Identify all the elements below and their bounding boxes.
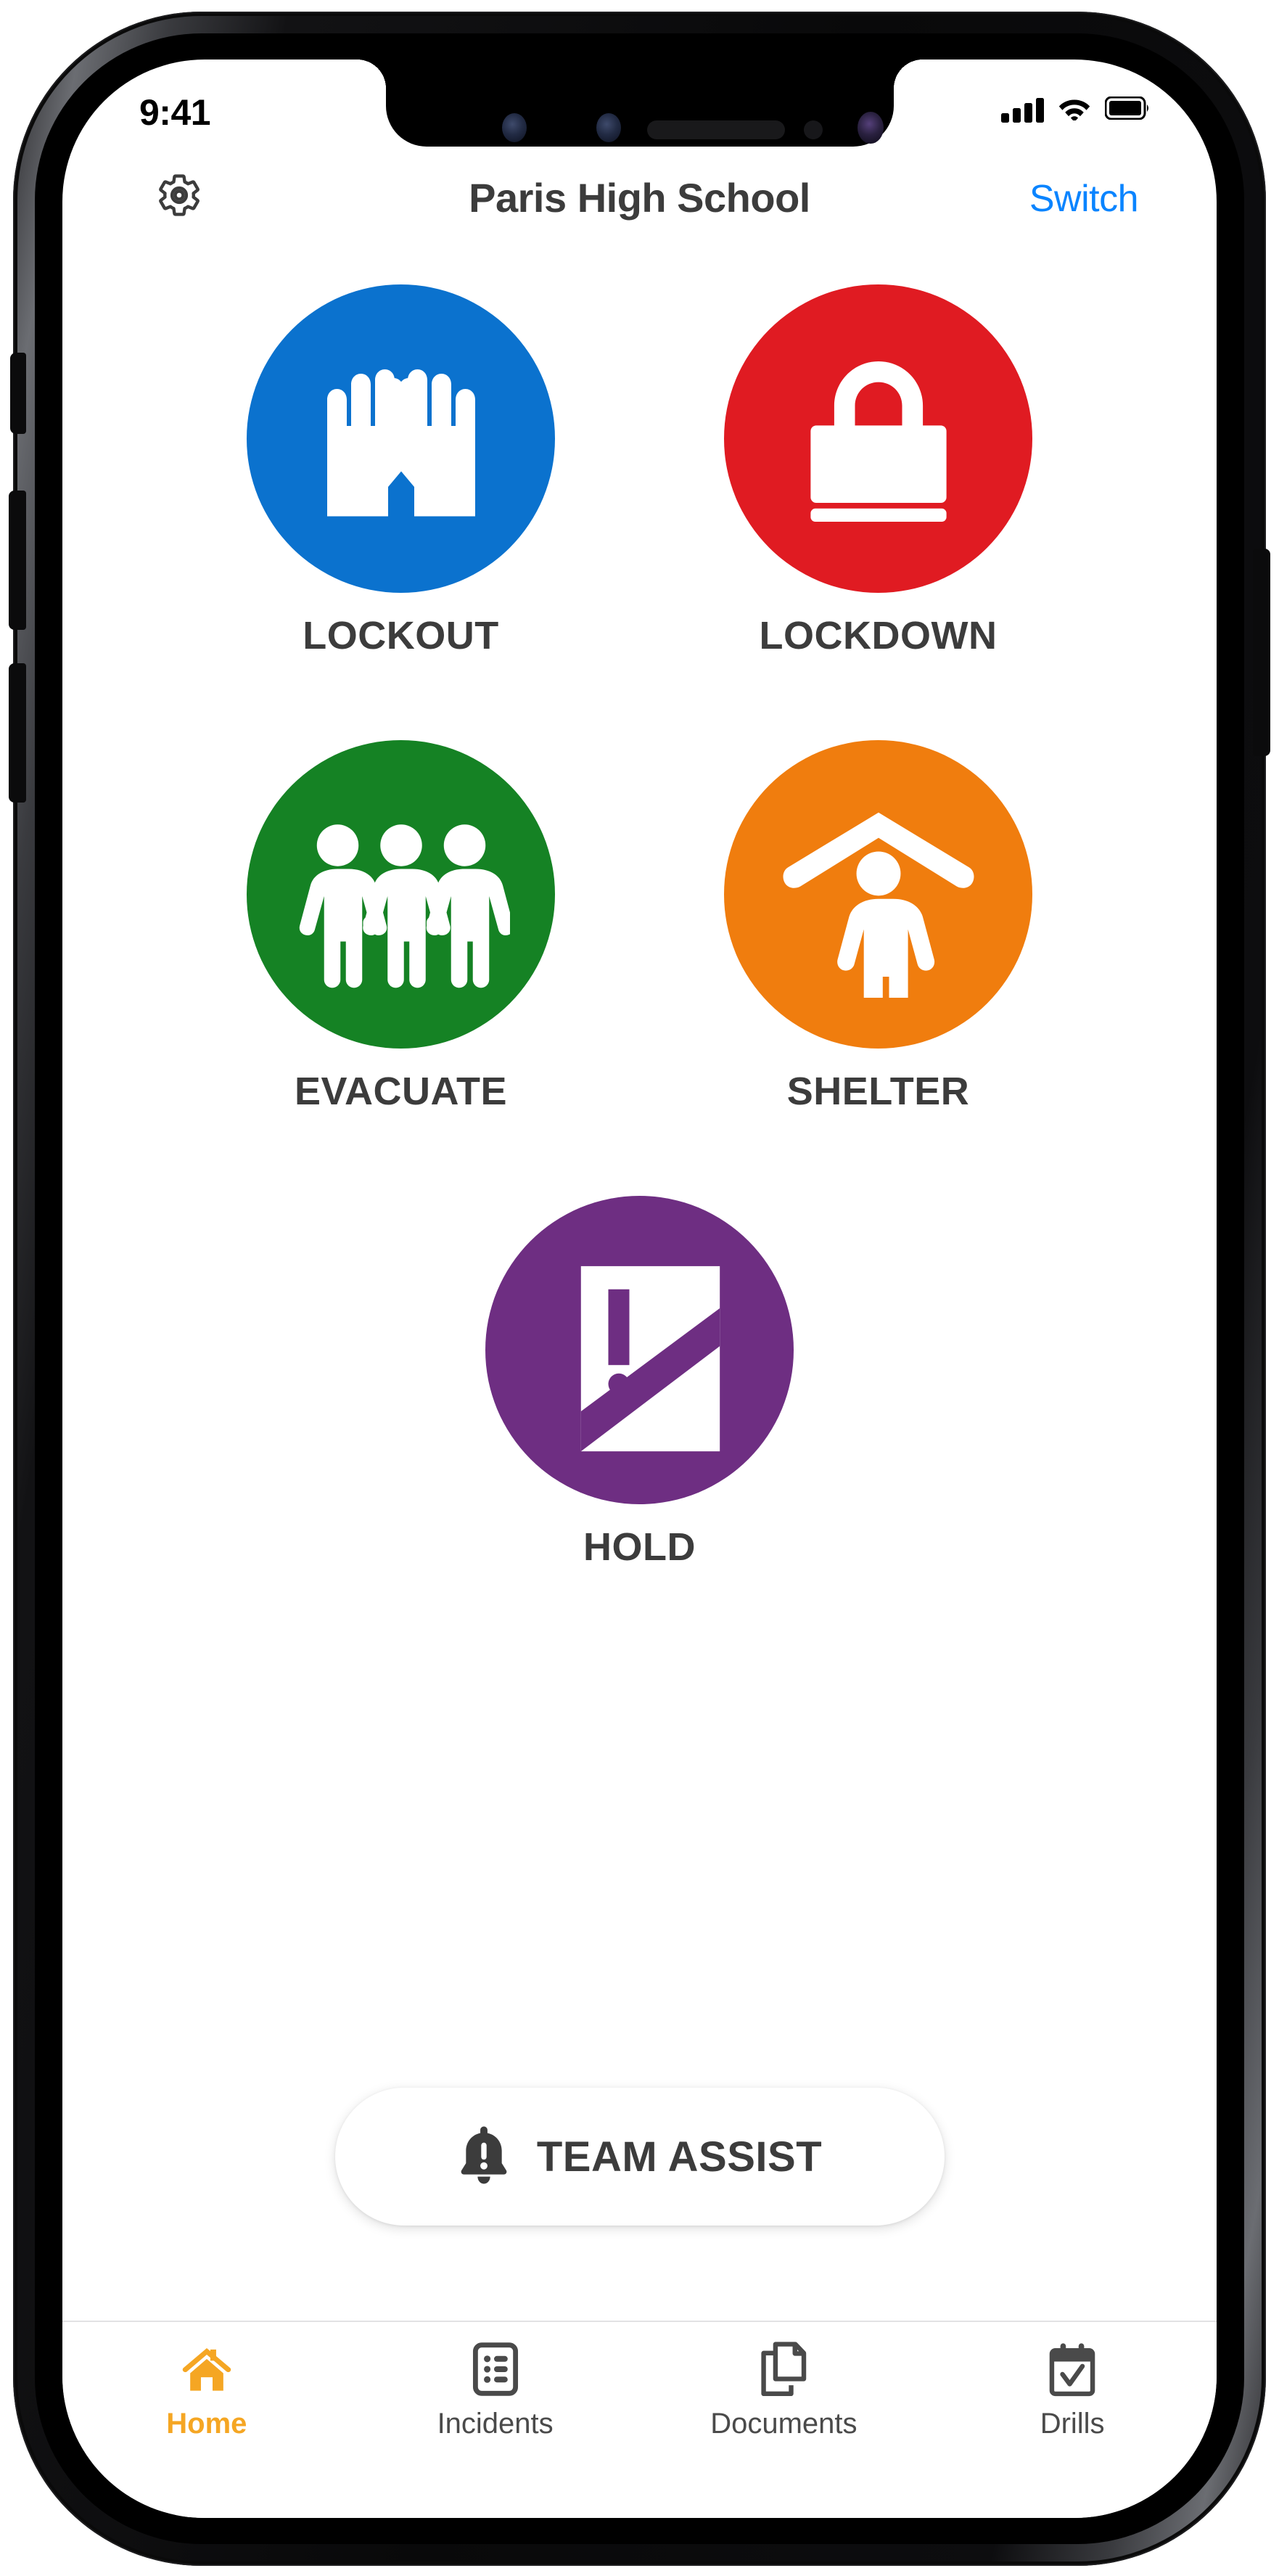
lockout-icon-circle <box>247 284 555 593</box>
grid-spacer <box>62 658 1217 740</box>
wifi-icon <box>1058 96 1090 124</box>
phone-frame: 9:41 Paris High School Switch LOCKOUT LO… <box>9 12 1270 2566</box>
emergency-action-grid: LOCKOUT LOCKDOWN EVACUATE SHELTER HOLD <box>62 284 1217 1570</box>
tab-documents[interactable]: Documents <box>640 2341 929 2440</box>
three-people-holding-hands-icon <box>292 784 514 1005</box>
action-label: SHELTER <box>786 1070 970 1113</box>
tab-home[interactable]: Home <box>62 2341 351 2440</box>
grid-spacer <box>62 1114 1217 1196</box>
volume-up-button[interactable] <box>9 491 26 630</box>
action-label: LOCKDOWN <box>759 614 998 657</box>
tab-incidents[interactable]: Incidents <box>351 2341 640 2440</box>
tab-drills[interactable]: Drills <box>928 2341 1217 2440</box>
lockdown-icon-circle <box>724 284 1032 593</box>
action-row: HOLD <box>62 1196 1217 1570</box>
tab-label: Incidents <box>437 2408 554 2440</box>
power-button[interactable] <box>1253 549 1270 756</box>
action-label: LOCKOUT <box>303 614 499 657</box>
home-icon <box>180 2341 234 2397</box>
status-bar-time: 9:41 <box>139 92 211 133</box>
notch-ear-left <box>356 60 386 89</box>
ambient-light-sensor-icon <box>596 113 621 142</box>
tab-label: Documents <box>710 2408 858 2440</box>
phone-screen: 9:41 Paris High School Switch LOCKOUT LO… <box>62 60 1217 2518</box>
action-button-evacuate[interactable]: EVACUATE <box>231 740 572 1114</box>
app-header: Paris High School Switch <box>62 147 1217 242</box>
action-button-shelter[interactable]: SHELTER <box>708 740 1049 1114</box>
status-bar-icons <box>1001 96 1150 124</box>
list-icon <box>470 2341 521 2397</box>
tab-label: Home <box>166 2408 247 2440</box>
bell-alert-icon <box>457 2125 511 2189</box>
front-camera-icon <box>857 112 884 144</box>
two-hands-icon <box>292 328 510 549</box>
dot-projector-icon <box>803 120 823 139</box>
action-label: EVACUATE <box>294 1070 507 1113</box>
bottom-tab-bar: Home Incidents Documents Drills <box>62 2321 1217 2518</box>
action-row: LOCKOUT LOCKDOWN <box>62 284 1217 658</box>
shelter-icon-circle <box>724 740 1032 1049</box>
action-button-lockout[interactable]: LOCKOUT <box>231 284 572 658</box>
evacuate-icon-circle <box>247 740 555 1049</box>
hold-icon-circle <box>485 1196 794 1504</box>
team-assist-label: TEAM ASSIST <box>536 2133 823 2181</box>
action-label: HOLD <box>583 1525 696 1569</box>
tab-label: Drills <box>1040 2408 1105 2440</box>
documents-icon <box>758 2341 809 2397</box>
proximity-sensor-icon <box>501 113 527 142</box>
team-assist-button[interactable]: TEAM ASSIST <box>334 2088 945 2226</box>
cellular-signal-icon <box>1001 97 1044 123</box>
action-row: EVACUATE SHELTER <box>62 740 1217 1114</box>
padlock-icon <box>784 342 973 535</box>
switch-school-button[interactable]: Switch <box>1029 177 1139 221</box>
action-button-hold[interactable]: HOLD <box>469 1196 810 1570</box>
earpiece-speaker <box>646 120 785 139</box>
battery-full-icon <box>1104 96 1150 123</box>
person-under-roof-icon <box>773 787 984 1029</box>
calendar-check-icon <box>1048 2341 1097 2397</box>
volume-down-button[interactable] <box>9 663 26 803</box>
door-with-exclamation-icon <box>535 1243 745 1457</box>
silent-switch-button[interactable] <box>10 353 26 434</box>
notch-ear-right <box>893 60 923 89</box>
action-button-lockdown[interactable]: LOCKDOWN <box>708 284 1049 658</box>
